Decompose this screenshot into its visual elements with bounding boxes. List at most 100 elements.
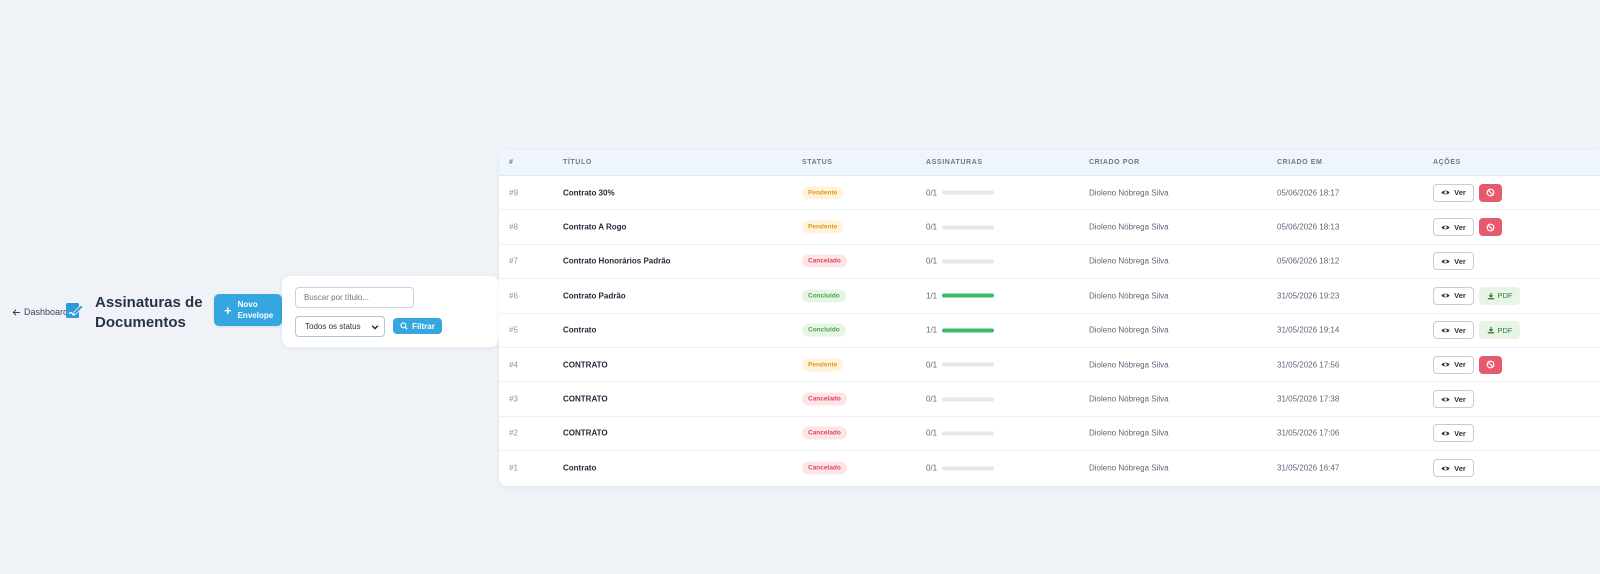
row-created-at: 31/05/2026 19:14: [1277, 325, 1340, 335]
row-id: #8: [509, 222, 518, 232]
download-icon: [1487, 327, 1494, 334]
row-created-by: Dioleno Nóbrega Silva: [1089, 188, 1169, 198]
eye-icon: [1441, 259, 1450, 264]
eye-icon: [1441, 362, 1450, 367]
view-button[interactable]: Ver: [1433, 183, 1474, 202]
pdf-button-label: PDF: [1497, 291, 1513, 301]
row-actions: Ver: [1433, 424, 1474, 443]
col-header-status: STATUS: [802, 159, 833, 166]
arrow-left-icon: [12, 308, 21, 316]
status-badge: Cancelado: [802, 392, 847, 406]
plus-icon: +: [224, 302, 232, 318]
status-badge: Cancelado: [802, 426, 847, 440]
signatures-progress: 0/1: [926, 188, 995, 198]
signatures-progress: 1/1: [926, 325, 995, 335]
envelopes-table: # TÍTULO STATUS ASSINATURAS CRIADO POR C…: [499, 150, 1600, 486]
row-id: #3: [509, 394, 518, 404]
view-button[interactable]: Ver: [1433, 390, 1474, 409]
download-pdf-button[interactable]: PDF: [1479, 286, 1520, 305]
signatures-count: 0/1: [926, 222, 938, 232]
row-id: #2: [509, 428, 518, 438]
ban-icon: [1486, 188, 1495, 197]
progress-bar: [942, 362, 995, 367]
view-button[interactable]: Ver: [1433, 286, 1474, 305]
signatures-count: 1/1: [926, 325, 938, 335]
view-button[interactable]: Ver: [1433, 218, 1474, 237]
view-button-label: Ver: [1454, 291, 1466, 301]
signatures-count: 0/1: [926, 360, 938, 370]
table-row: #1 Contrato Cancelado 0/1 Dioleno Nóbrega Si…: [499, 451, 1600, 485]
row-title: Contrato A Rogo: [563, 222, 627, 232]
progress-bar: [942, 397, 995, 402]
col-header-title: TÍTULO: [563, 159, 592, 166]
col-header-signatures: ASSINATURAS: [926, 159, 983, 166]
row-created-at: 05/06/2026 18:12: [1277, 256, 1340, 266]
view-button[interactable]: Ver: [1433, 459, 1474, 478]
table-row: #5 Contrato Concluído 1/1 Dioleno Nóbrega Si…: [499, 314, 1600, 348]
col-header-created-by: CRIADO POR: [1089, 159, 1140, 166]
signatures-count: 0/1: [926, 256, 938, 266]
table-row: #6 Contrato Padrão Concluído 1/1 Dioleno Nób…: [499, 279, 1600, 314]
page-title: Assinaturas de Documentos: [95, 294, 203, 331]
view-button-label: Ver: [1454, 428, 1466, 438]
row-created-at: 31/05/2026 17:56: [1277, 360, 1340, 370]
new-envelope-label: Novo Envelope: [237, 300, 274, 320]
progress-bar: [942, 431, 995, 436]
eye-icon: [1441, 397, 1450, 401]
row-id: #7: [509, 256, 518, 266]
cancel-envelope-button[interactable]: [1479, 355, 1502, 374]
row-actions: Ver PDF: [1433, 321, 1520, 340]
cancel-envelope-button[interactable]: [1479, 218, 1502, 237]
table-row: #4 CONTRATO Pendente 0/1 Dioleno Nóbrega Sil…: [499, 348, 1600, 383]
download-pdf-button[interactable]: PDF: [1479, 321, 1520, 340]
row-created-at: 31/05/2026 17:38: [1277, 394, 1340, 404]
back-link-label: Dashboard: [24, 307, 69, 317]
row-title: Contrato Padrão: [563, 291, 626, 301]
view-button-label: Ver: [1454, 394, 1466, 404]
progress-bar-fill: [942, 293, 995, 298]
progress-bar-fill: [942, 328, 995, 333]
progress-bar: [942, 225, 995, 230]
row-created-by: Dioleno Nóbrega Silva: [1089, 463, 1169, 473]
signatures-count: 1/1: [926, 291, 938, 301]
view-button[interactable]: Ver: [1433, 252, 1474, 271]
eye-icon: [1441, 328, 1450, 333]
row-created-by: Dioleno Nóbrega Silva: [1089, 222, 1169, 232]
row-title: CONTRATO: [563, 394, 608, 404]
row-created-at: 31/05/2026 17:06: [1277, 428, 1340, 438]
col-header-id: #: [509, 159, 514, 166]
row-created-at: 31/05/2026 16:47: [1277, 463, 1340, 473]
eye-icon: [1441, 293, 1450, 298]
signatures-count: 0/1: [926, 428, 938, 438]
cancel-envelope-button[interactable]: [1479, 183, 1502, 202]
ban-icon: [1486, 223, 1495, 231]
row-title: Contrato 30%: [563, 188, 615, 198]
status-badge: Cancelado: [802, 254, 847, 268]
search-input[interactable]: [295, 287, 414, 308]
signatures-progress: 0/1: [926, 464, 995, 473]
eye-icon: [1441, 225, 1450, 229]
view-button-label: Ver: [1454, 360, 1466, 370]
row-title: Contrato: [563, 325, 597, 335]
view-button-label: Ver: [1454, 188, 1466, 198]
new-envelope-button[interactable]: + Novo Envelope: [214, 294, 282, 326]
back-to-dashboard-link[interactable]: Dashboard: [12, 307, 68, 317]
row-created-by: Dioleno Nóbrega Silva: [1089, 256, 1169, 266]
status-select[interactable]: Todos os status: [295, 316, 385, 337]
view-button-label: Ver: [1454, 222, 1466, 232]
status-badge: Concluído: [802, 289, 846, 303]
signatures-progress: 0/1: [926, 360, 995, 370]
row-id: #1: [509, 463, 518, 473]
row-id: #4: [509, 360, 518, 370]
view-button[interactable]: Ver: [1433, 321, 1474, 340]
row-actions: Ver PDF: [1433, 286, 1520, 305]
row-created-by: Dioleno Nóbrega Silva: [1089, 428, 1169, 438]
row-title: Contrato: [563, 463, 597, 473]
signatures-count: 0/1: [926, 394, 938, 404]
filter-button[interactable]: Filtrar: [393, 318, 442, 334]
status-badge: Cancelado: [802, 461, 847, 475]
view-button[interactable]: Ver: [1433, 355, 1474, 374]
view-button[interactable]: Ver: [1433, 424, 1474, 443]
row-id: #9: [509, 188, 518, 198]
signatures-count: 0/1: [926, 188, 938, 198]
